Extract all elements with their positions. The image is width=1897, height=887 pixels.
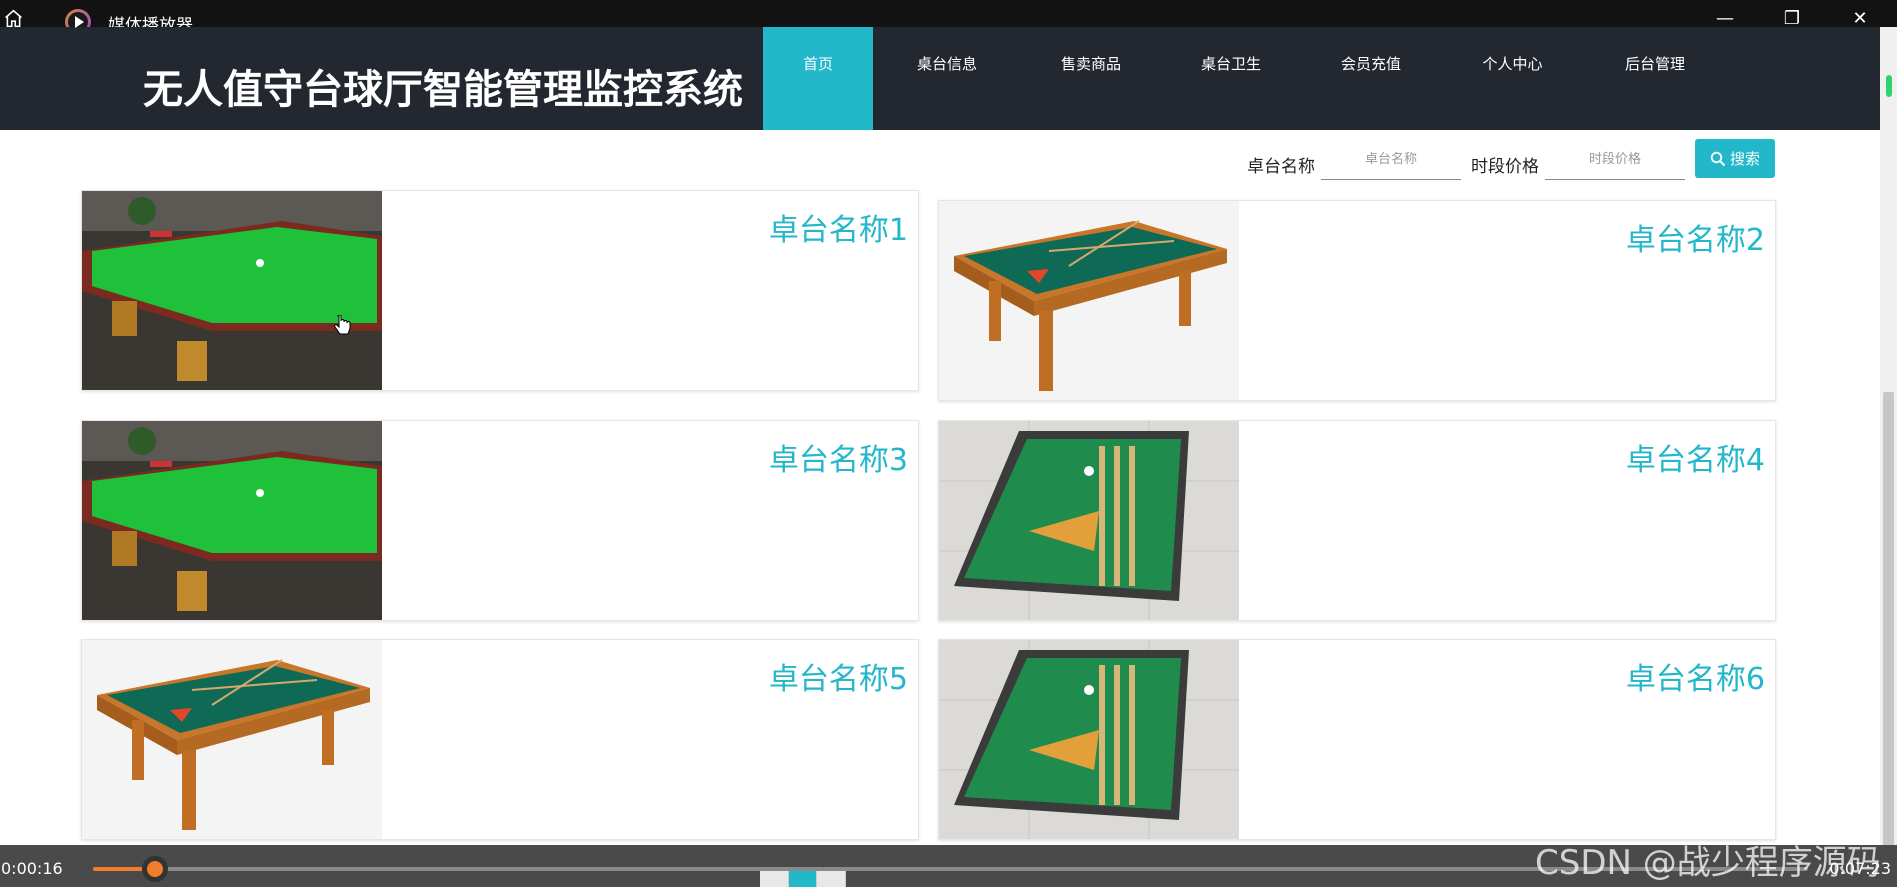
table-name[interactable]: 卓台名称1	[769, 205, 908, 249]
table-card[interactable]: 卓台名称6	[938, 639, 1776, 840]
hand-cursor-icon	[334, 315, 351, 335]
nav-member-recharge[interactable]: 会员充值	[1301, 27, 1441, 130]
main-nav: 首页 桌台信息 售卖商品 桌台卫生 会员充值 个人中心 后台管理	[763, 27, 1726, 130]
site-title: 无人值守台球厅智能管理监控系统	[143, 67, 743, 113]
table-name[interactable]: 卓台名称3	[769, 435, 908, 479]
nav-personal-center[interactable]: 个人中心	[1441, 27, 1584, 130]
snooker-table-image	[82, 191, 382, 390]
seek-handle[interactable]	[141, 856, 168, 882]
name-search-label: 卓台名称	[1247, 157, 1315, 177]
pagination	[760, 871, 846, 887]
table-card[interactable]: 卓台名称1	[81, 190, 919, 391]
current-time: 0:00:16	[1, 859, 63, 878]
nav-label: 售卖商品	[1060, 55, 1121, 73]
search-icon	[1710, 151, 1726, 166]
pool-table-image	[939, 640, 1239, 839]
snooker-table-image	[82, 421, 382, 620]
pool-table-image	[82, 640, 382, 839]
nav-home[interactable]: 首页	[763, 27, 873, 130]
nav-label: 桌台卫生	[1200, 55, 1261, 73]
csdn-watermark: CSDN @战少程序源码	[1535, 843, 1881, 883]
nav-products[interactable]: 售卖商品	[1021, 27, 1161, 130]
price-search-label: 时段价格	[1471, 157, 1539, 177]
table-card[interactable]: 卓台名称3	[81, 420, 919, 621]
table-name[interactable]: 卓台名称5	[769, 654, 908, 698]
search-button[interactable]: 搜索	[1695, 139, 1775, 178]
table-name[interactable]: 卓台名称6	[1626, 654, 1765, 698]
price-search-input[interactable]	[1545, 140, 1685, 180]
nav-label: 桌台信息	[916, 55, 977, 73]
nav-admin[interactable]: 后台管理	[1584, 27, 1726, 130]
pool-table-image	[939, 201, 1239, 400]
home-icon[interactable]	[3, 8, 24, 29]
site-header: 无人值守台球厅智能管理监控系统 首页 桌台信息 售卖商品 桌台卫生 会员充值 个…	[0, 27, 1880, 130]
page-prev[interactable]	[760, 871, 789, 887]
pool-table-image	[939, 421, 1239, 620]
table-name[interactable]: 卓台名称2	[1626, 215, 1765, 259]
scroll-marker	[1886, 75, 1892, 97]
page-current[interactable]	[788, 871, 817, 887]
table-name[interactable]: 卓台名称4	[1626, 435, 1765, 479]
table-card[interactable]: 卓台名称2	[938, 200, 1776, 401]
nav-label: 首页	[802, 55, 833, 73]
table-card[interactable]: 卓台名称4	[938, 420, 1776, 621]
page-scrollbar[interactable]	[1880, 27, 1897, 872]
table-card[interactable]: 卓台名称5	[81, 639, 919, 840]
nav-label: 会员充值	[1340, 55, 1401, 73]
nav-label: 个人中心	[1482, 55, 1543, 73]
search-button-label: 搜索	[1729, 150, 1760, 168]
nav-label: 后台管理	[1624, 55, 1685, 73]
player-titlebar: 媒体播放器 — ❐ ✕	[0, 0, 1897, 36]
nav-table-info[interactable]: 桌台信息	[873, 27, 1021, 130]
scroll-thumb[interactable]	[1883, 392, 1894, 872]
nav-table-hygiene[interactable]: 桌台卫生	[1161, 27, 1301, 130]
name-search-input[interactable]	[1321, 140, 1461, 180]
page-next[interactable]	[817, 871, 846, 887]
